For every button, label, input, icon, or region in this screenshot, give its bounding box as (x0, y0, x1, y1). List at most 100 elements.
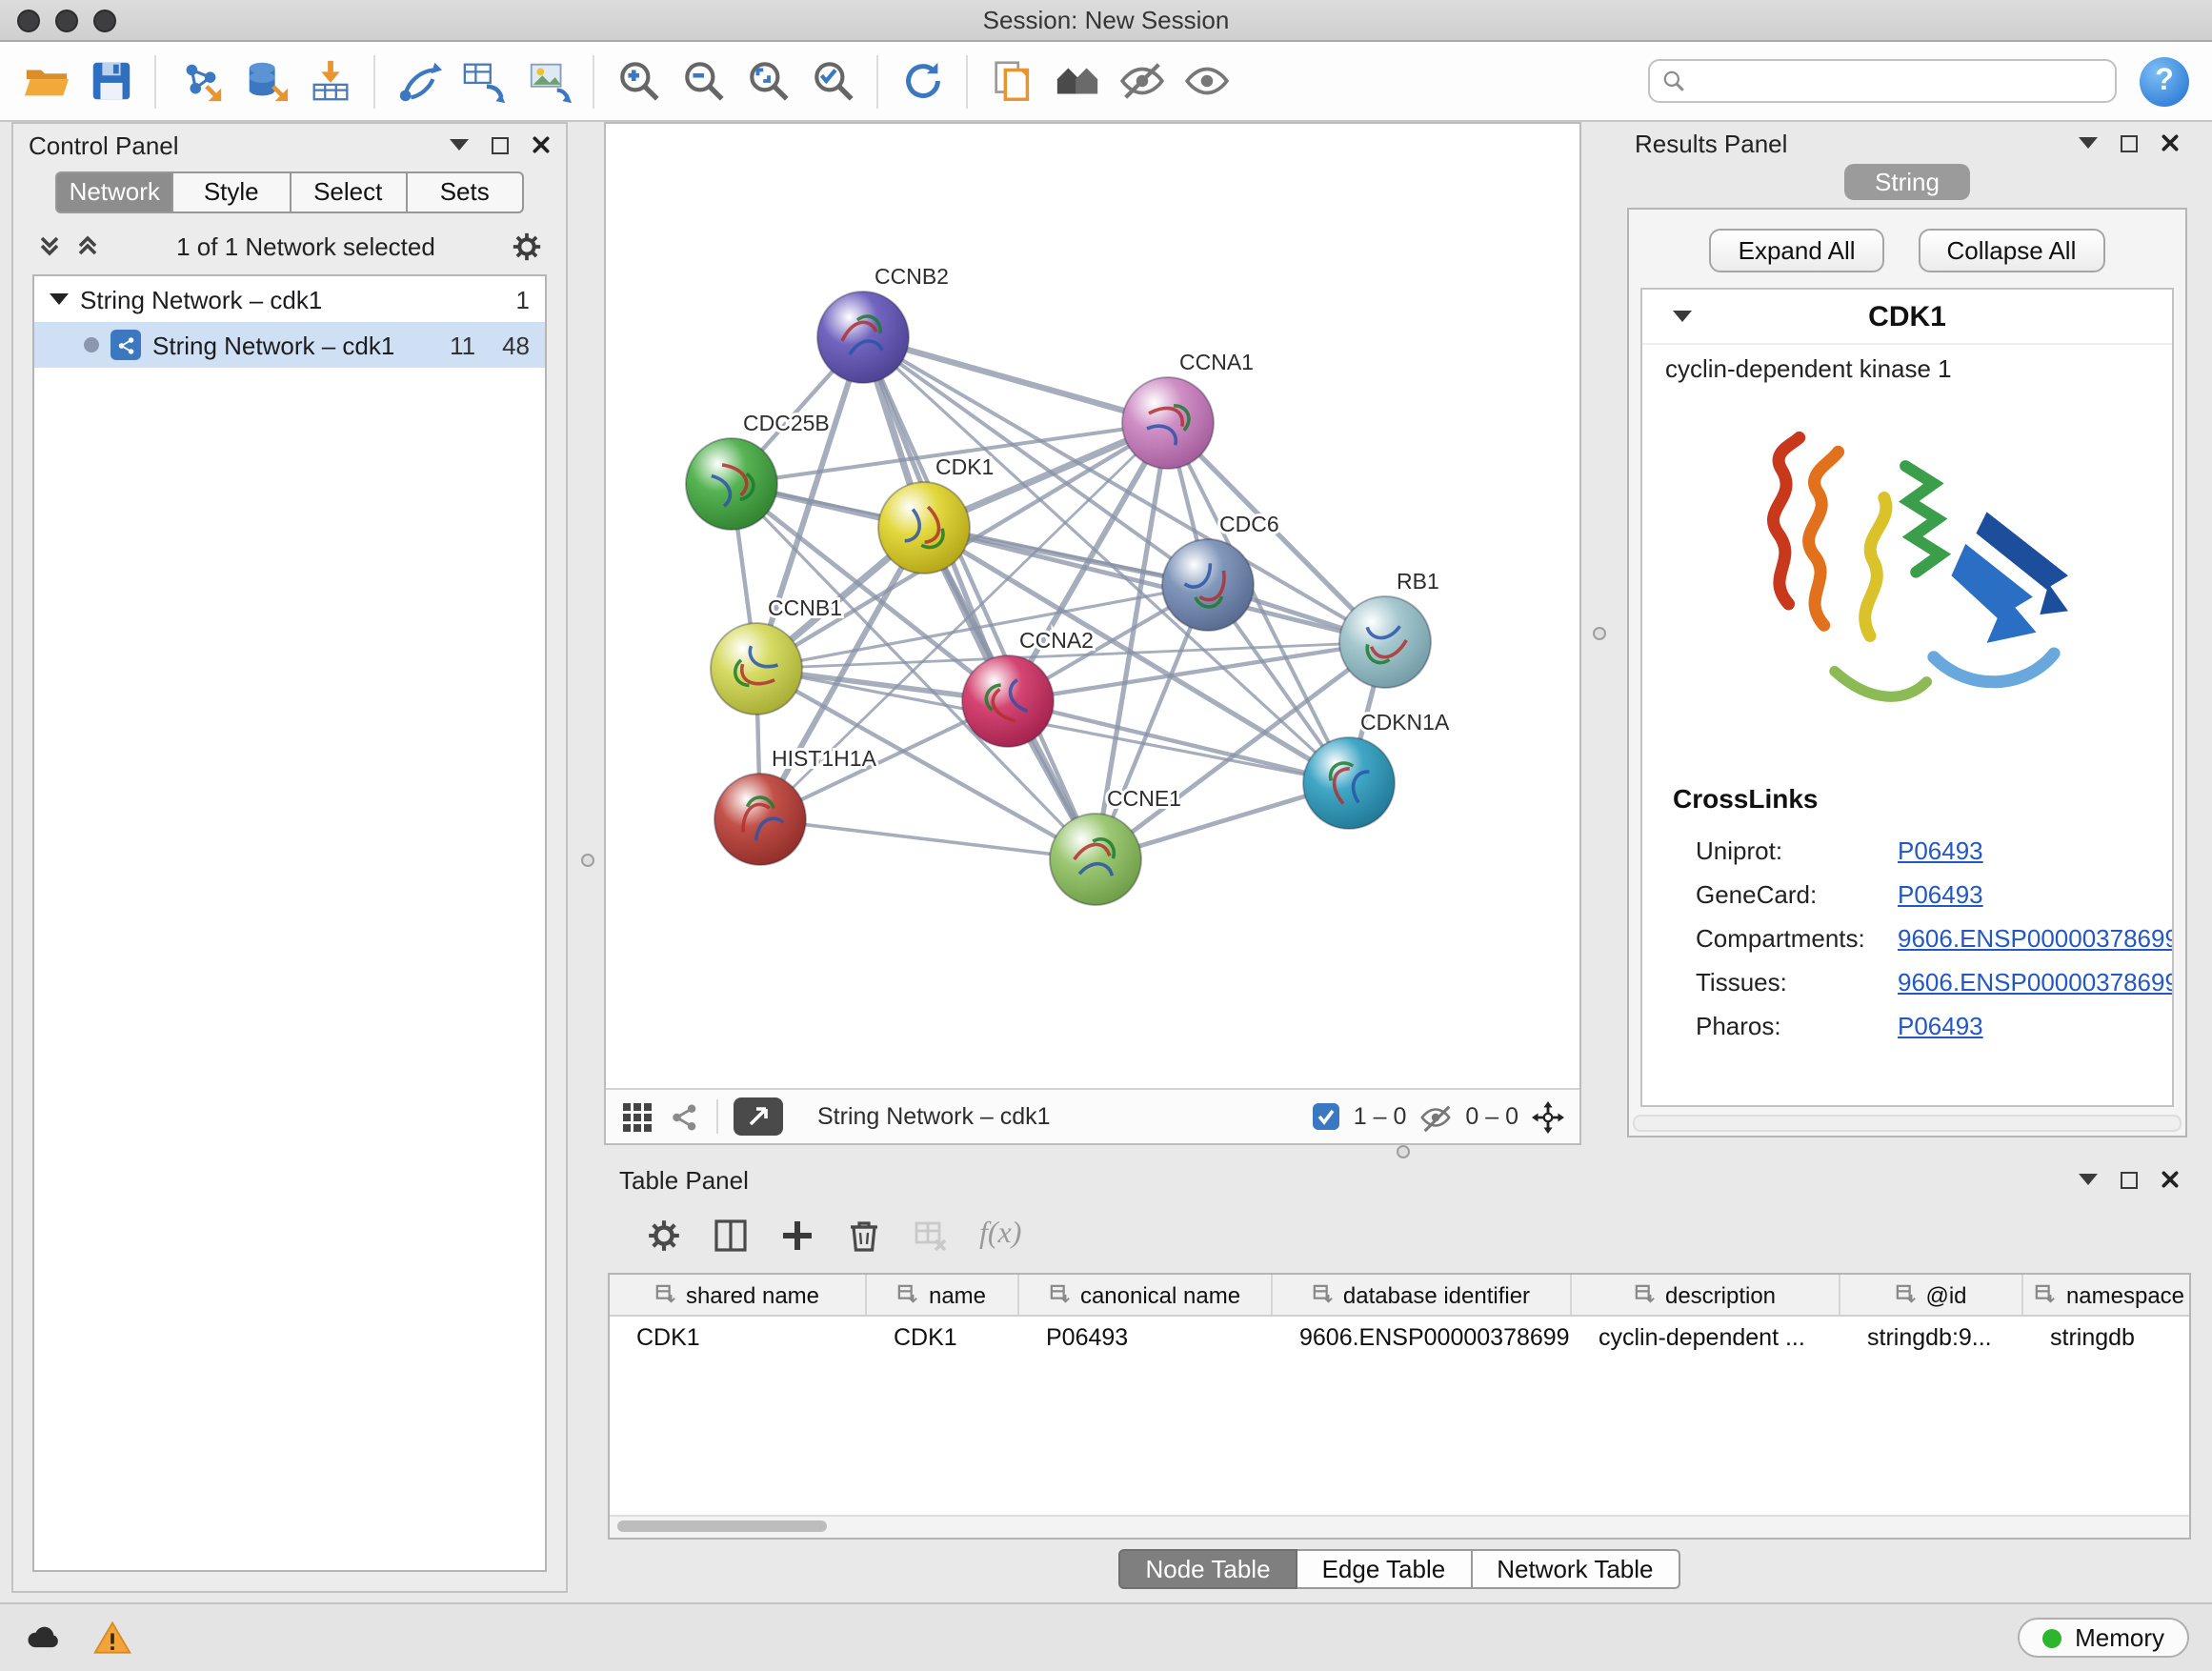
cell-database-identifier[interactable]: 9606.ENSP00000378699 (1273, 1323, 1572, 1350)
column-header-name[interactable]: name (867, 1275, 1019, 1315)
network-edge[interactable] (760, 819, 1096, 859)
new-network-from-selection-button[interactable] (453, 50, 514, 111)
import-network-from-file-button[interactable] (170, 50, 231, 111)
control-splitter-handle[interactable] (581, 854, 594, 867)
network-row[interactable]: String Network – cdk1 11 48 (34, 322, 545, 368)
gene-disclosure-icon[interactable] (1673, 311, 1692, 322)
detach-view-button[interactable] (734, 1097, 783, 1136)
network-collection-row[interactable]: String Network – cdk1 1 (34, 276, 545, 322)
expand-tree-button[interactable] (36, 232, 63, 259)
cell-shared-name[interactable]: CDK1 (610, 1323, 867, 1350)
collapse-panel-icon[interactable] (2079, 137, 2098, 149)
tab-network[interactable]: Network (55, 171, 174, 213)
collapse-panel-icon[interactable] (2079, 1174, 2098, 1185)
zoom-out-button[interactable] (673, 50, 734, 111)
network-options-gear-icon[interactable] (511, 230, 543, 262)
cell-id[interactable]: stringdb:9... (1840, 1323, 2023, 1350)
table-mode-gear-button[interactable] (646, 1217, 682, 1253)
network-node[interactable] (1162, 539, 1254, 631)
memory-button[interactable]: Memory (2018, 1618, 2189, 1658)
zoom-selected-button[interactable] (802, 50, 863, 111)
warning-status-button[interactable] (91, 1617, 133, 1659)
zoom-fit-button[interactable] (737, 50, 798, 111)
apply-preferred-layout-button[interactable] (892, 50, 953, 111)
open-session-button[interactable] (15, 50, 76, 111)
results-splitter-handle[interactable] (1593, 627, 1606, 640)
show-columns-button[interactable] (713, 1217, 749, 1253)
tab-node-table[interactable]: Node Table (1118, 1549, 1297, 1589)
select-first-neighbors-button[interactable] (389, 50, 450, 111)
collapse-panel-icon[interactable] (450, 139, 469, 151)
network-node[interactable] (1303, 737, 1395, 829)
close-panel-icon[interactable] (532, 135, 551, 154)
network-node[interactable] (962, 655, 1054, 747)
network-node[interactable] (817, 292, 909, 383)
results-scrollbar[interactable] (1633, 1115, 2182, 1132)
show-graphics-details-button[interactable] (1176, 50, 1237, 111)
import-table-from-file-button[interactable] (299, 50, 360, 111)
delete-table-button[interactable] (913, 1217, 949, 1253)
import-network-from-database-button[interactable] (234, 50, 295, 111)
crosslink-link[interactable]: 9606.ENSP00000378699 (1898, 966, 2174, 998)
selected-indicator-icon[interactable] (1314, 1103, 1340, 1130)
close-panel-icon[interactable] (2161, 1170, 2180, 1189)
crosslink-link[interactable]: P06493 (1898, 878, 1983, 911)
close-panel-icon[interactable] (2161, 133, 2180, 152)
table-horizontal-scrollbar[interactable] (610, 1515, 2189, 1538)
float-panel-icon[interactable] (492, 136, 509, 153)
network-node[interactable] (1050, 814, 1141, 905)
cell-canonical-name[interactable]: P06493 (1019, 1323, 1273, 1350)
network-node[interactable] (1339, 596, 1431, 688)
help-button[interactable]: ? (2140, 56, 2189, 106)
network-node[interactable] (878, 482, 970, 574)
crosslink-link[interactable]: P06493 (1898, 835, 1983, 867)
annotation-copy-button[interactable] (981, 50, 1042, 111)
hidden-indicator-icon[interactable] (1419, 1100, 1452, 1133)
cell-namespace[interactable]: stringdb (2023, 1323, 2191, 1350)
column-header-shared-name[interactable]: shared name (610, 1275, 867, 1315)
results-tab-string[interactable]: String (1844, 164, 1970, 200)
expand-all-button[interactable]: Expand All (1710, 229, 1884, 272)
collection-disclosure-icon[interactable] (50, 293, 69, 305)
column-header-description[interactable]: description (1572, 1275, 1840, 1315)
network-node[interactable] (711, 623, 802, 715)
hide-graphics-details-button[interactable] (1111, 50, 1172, 111)
network-overview-button[interactable] (669, 1100, 701, 1133)
column-header-canonical-name[interactable]: canonical name (1019, 1275, 1273, 1315)
grid-view-button[interactable] (621, 1100, 654, 1133)
toolbar-search-input[interactable] (1696, 66, 2103, 96)
network-canvas[interactable]: CCNB2CCNA1CDC25BCDK1CDC6RB1CCNB1CCNA2CDK… (606, 124, 1579, 1088)
collapse-all-button[interactable]: Collapse All (1919, 229, 2105, 272)
tab-sets[interactable]: Sets (408, 171, 525, 213)
save-session-button[interactable] (80, 50, 141, 111)
export-image-button[interactable] (518, 50, 579, 111)
tab-network-table[interactable]: Network Table (1472, 1549, 1679, 1589)
cell-name[interactable]: CDK1 (867, 1323, 1019, 1350)
tab-style[interactable]: Style (174, 171, 292, 213)
crosslink-link[interactable]: P06493 (1898, 1010, 1983, 1042)
tab-select[interactable]: Select (291, 171, 408, 213)
column-header-id[interactable]: @id (1840, 1275, 2023, 1315)
table-splitter-handle[interactable] (1397, 1145, 1410, 1158)
zoom-in-button[interactable] (608, 50, 669, 111)
cloud-status-button[interactable] (23, 1617, 65, 1659)
network-node[interactable] (686, 438, 777, 530)
tab-edge-table[interactable]: Edge Table (1297, 1549, 1473, 1589)
scrollbar-thumb[interactable] (617, 1520, 827, 1532)
crosslink-link[interactable]: 9606.ENSP00000378699 (1898, 922, 2174, 955)
add-column-button[interactable] (779, 1217, 815, 1253)
toolbar-search[interactable] (1648, 59, 2117, 103)
network-node[interactable] (714, 774, 806, 865)
table-row[interactable]: CDK1 CDK1 P06493 9606.ENSP00000378699 cy… (610, 1317, 2189, 1357)
collapse-tree-button[interactable] (74, 232, 101, 259)
home-view-button[interactable] (1046, 50, 1107, 111)
fit-content-button[interactable] (1532, 1100, 1564, 1133)
column-header-namespace[interactable]: namespace (2023, 1275, 2191, 1315)
column-header-database-identifier[interactable]: database identifier (1273, 1275, 1572, 1315)
network-node[interactable] (1122, 377, 1214, 469)
cell-description[interactable]: cyclin-dependent ... (1572, 1323, 1840, 1350)
float-panel-icon[interactable] (2121, 1171, 2138, 1188)
network-edge[interactable] (863, 337, 1096, 859)
float-panel-icon[interactable] (2121, 134, 2138, 151)
delete-column-button[interactable] (846, 1217, 882, 1253)
